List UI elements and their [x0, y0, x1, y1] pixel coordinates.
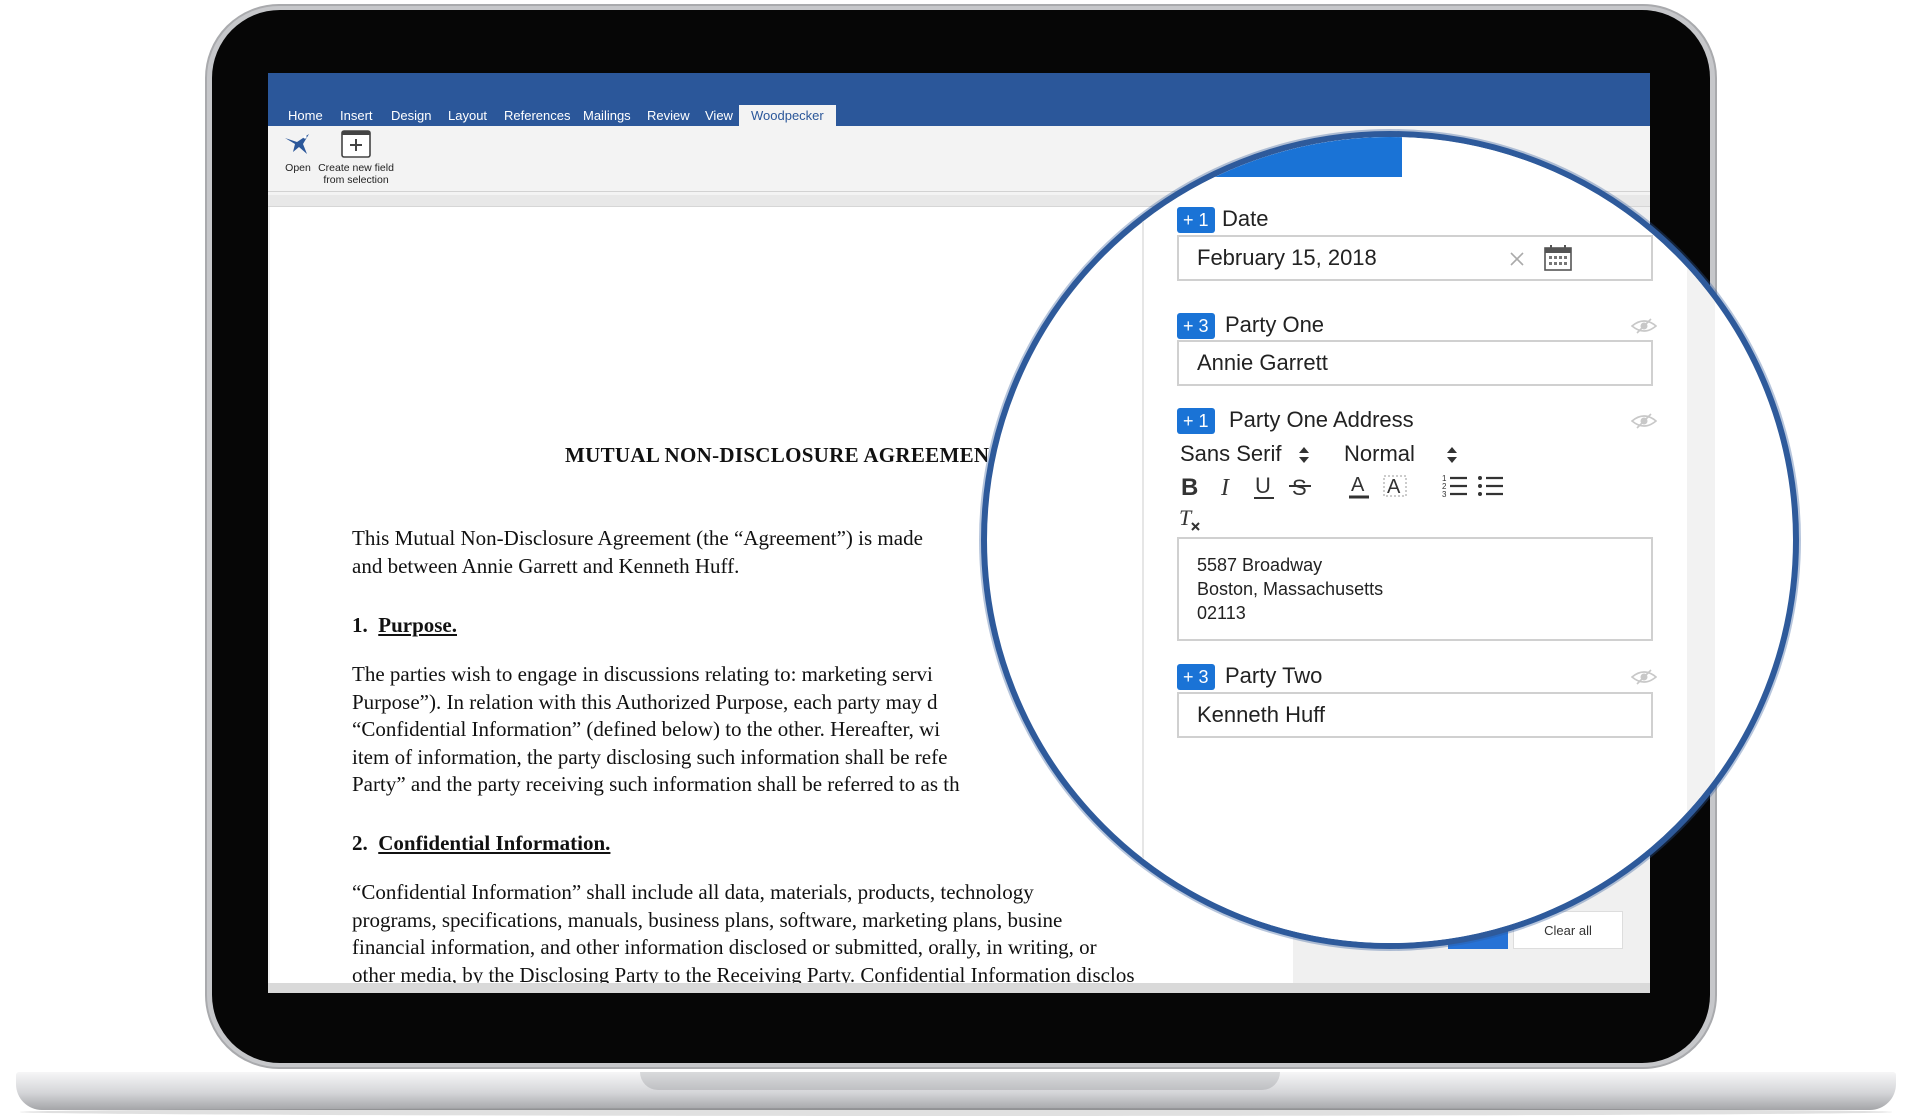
- date-input[interactable]: February 15, 2018: [1177, 235, 1653, 281]
- intro-line-2: and between Annie Garrett and Kenneth Hu…: [352, 554, 740, 578]
- address-line-1: 5587 Broadway: [1197, 555, 1323, 575]
- svg-text:B: B: [1181, 474, 1198, 500]
- calendar-icon[interactable]: [1543, 244, 1573, 272]
- text-style-select[interactable]: Normal: [1344, 441, 1415, 467]
- ordered-list-icon[interactable]: 123: [1441, 472, 1469, 500]
- eye-hidden-icon[interactable]: [1631, 318, 1657, 334]
- section-2-heading: 2. Confidential Information.: [352, 831, 610, 856]
- bold-icon[interactable]: B: [1177, 472, 1205, 500]
- bullet-list-icon[interactable]: [1477, 472, 1505, 500]
- svg-text:T: T: [1179, 505, 1193, 530]
- add-field-icon: [341, 130, 371, 158]
- tab-mailings[interactable]: Mailings: [571, 105, 643, 126]
- party-two-label: Party Two: [1225, 663, 1323, 688]
- font-color-icon[interactable]: A: [1345, 472, 1373, 500]
- party-one-address-tag[interactable]: + 1: [1177, 408, 1215, 434]
- svg-text:3: 3: [1442, 490, 1447, 499]
- panel-active-tab[interactable]: [1177, 137, 1402, 177]
- underline-icon[interactable]: U: [1251, 472, 1279, 500]
- para1-line-1: The parties wish to engage in discussion…: [352, 662, 933, 686]
- para2-line-4: other media, by the Disclosing Party to …: [352, 962, 1135, 984]
- party-one-label: Party One: [1225, 312, 1325, 337]
- date-tag[interactable]: + 1: [1177, 207, 1215, 233]
- section-1-number: 1.: [352, 613, 368, 637]
- tab-insert[interactable]: Insert: [328, 105, 385, 126]
- eye-hidden-icon[interactable]: [1631, 413, 1657, 429]
- clear-x-icon[interactable]: [1509, 251, 1525, 267]
- para2-line-3: financial information, and other informa…: [352, 935, 1097, 959]
- section-1-title: Purpose.: [378, 613, 457, 637]
- panel-scrollbar[interactable]: [1687, 137, 1715, 943]
- section-2-number: 2.: [352, 831, 368, 855]
- party-one-tag[interactable]: + 3: [1177, 313, 1215, 339]
- italic-icon[interactable]: I: [1215, 472, 1243, 500]
- font-family-select[interactable]: Sans Serif: [1180, 441, 1282, 467]
- eye-hidden-icon[interactable]: [1631, 669, 1657, 685]
- intro-line-1: This Mutual Non-Disclosure Agreement (th…: [352, 526, 923, 550]
- tab-home[interactable]: Home: [276, 105, 335, 126]
- status-bar: [268, 983, 1650, 993]
- document-title: MUTUAL NON-DISCLOSURE AGREEMEN: [565, 443, 990, 467]
- laptop-shadow: [20, 1108, 1892, 1116]
- tab-references[interactable]: References: [492, 105, 582, 126]
- tab-view[interactable]: View: [693, 105, 745, 126]
- open-label: Open: [285, 162, 311, 174]
- svg-text:A: A: [1387, 476, 1401, 498]
- address-line-2: Boston, Massachusetts: [1197, 579, 1384, 599]
- laptop-base-notch: [640, 1072, 1280, 1090]
- highlight-icon[interactable]: A: [1381, 472, 1409, 500]
- clear-format-icon[interactable]: T: [1177, 505, 1205, 533]
- magnifier-lens: + 1 Date February 15, 2018 + 3 Party One…: [981, 131, 1799, 949]
- tab-layout[interactable]: Layout: [436, 105, 499, 126]
- para1-line-5: Party” and the party receiving such info…: [352, 772, 960, 796]
- svg-text:I: I: [1220, 475, 1230, 500]
- party-two-input[interactable]: Kenneth Huff: [1177, 692, 1653, 738]
- party-two-tag[interactable]: + 3: [1177, 664, 1215, 690]
- strikethrough-icon[interactable]: S: [1287, 472, 1315, 500]
- tab-review[interactable]: Review: [635, 105, 702, 126]
- ribbon-tab-bar: Home Insert Design Layout References Mai…: [268, 73, 1650, 126]
- para2-line-1: “Confidential Information” shall include…: [352, 880, 1034, 904]
- para2-line-2: programs, specifications, manuals, busin…: [352, 907, 1063, 932]
- create-field-label-1: Create new field: [318, 162, 394, 174]
- create-new-field-button[interactable]: Create new field from selection: [318, 129, 394, 186]
- section-2-title: Confidential Information.: [378, 831, 611, 855]
- address-line-3: 02113: [1197, 603, 1246, 623]
- svg-text:S: S: [1292, 475, 1307, 500]
- create-field-label-2: from selection: [323, 174, 389, 186]
- para1-line-4: item of information, the party disclosin…: [352, 744, 948, 769]
- party-one-address-editor[interactable]: 5587 Broadway Boston, Massachusetts 0211…: [1177, 537, 1653, 641]
- svg-text:U: U: [1255, 473, 1271, 498]
- font-select-arrows-icon[interactable]: [1297, 445, 1311, 465]
- para1-line-2: Purpose”). In relation with this Authori…: [352, 689, 938, 714]
- date-value: February 15, 2018: [1197, 245, 1377, 270]
- style-select-arrows-icon[interactable]: [1445, 445, 1459, 465]
- tab-woodpecker[interactable]: Woodpecker: [739, 105, 836, 126]
- party-one-address-label: Party One Address: [1229, 407, 1414, 432]
- tab-design[interactable]: Design: [379, 105, 443, 126]
- woodpecker-bird-icon: [285, 134, 309, 154]
- date-label: Date: [1222, 206, 1269, 231]
- party-one-input[interactable]: Annie Garrett: [1177, 340, 1653, 386]
- svg-text:A: A: [1351, 474, 1365, 496]
- section-1-heading: 1. Purpose.: [352, 613, 457, 638]
- open-button[interactable]: Open: [276, 130, 320, 174]
- para1-line-3: “Confidential Information” (defined belo…: [352, 717, 941, 741]
